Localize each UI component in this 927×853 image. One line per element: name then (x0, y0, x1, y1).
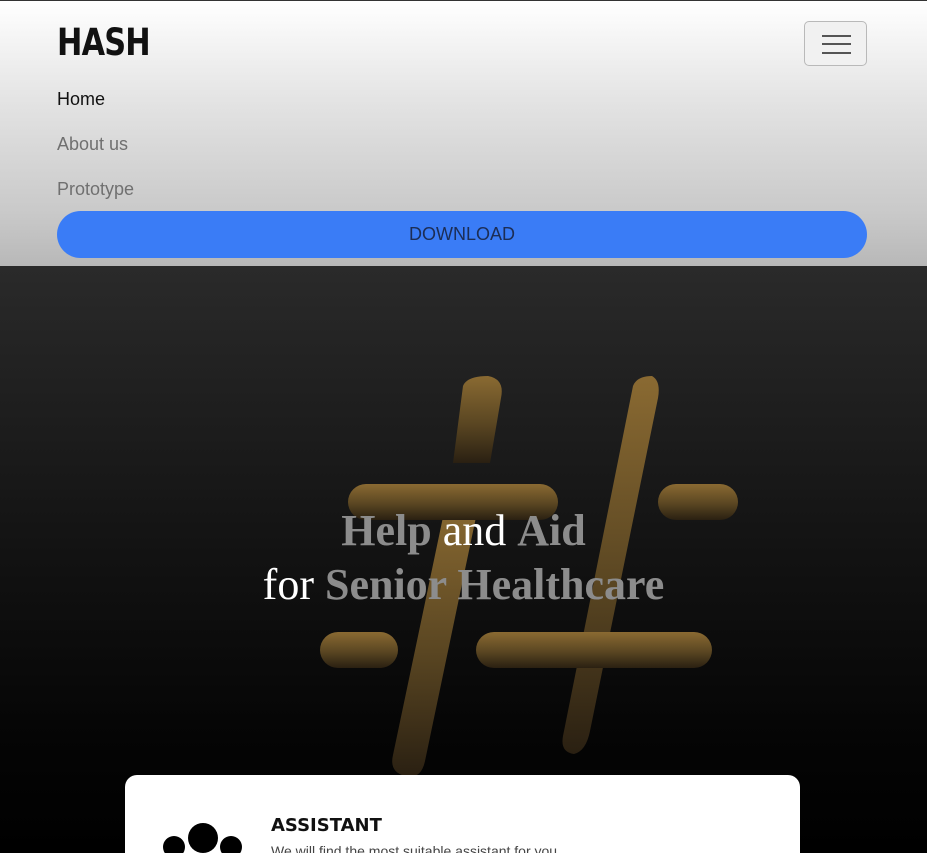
feature-card-assistant: ASSISTANT We will find the most suitable… (125, 775, 800, 853)
brand-logo[interactable]: HASH (57, 23, 151, 63)
menu-toggle-button[interactable] (804, 21, 867, 66)
card-title: ASSISTANT (271, 815, 382, 836)
hero-title-word: Help (341, 506, 432, 555)
hamburger-menu-icon (822, 52, 851, 54)
nav-link-home[interactable]: Home (57, 88, 105, 110)
group-dots-icon (163, 823, 242, 853)
download-button[interactable]: DOWNLOAD (57, 211, 867, 258)
hero-section: Help and Aid for Senior Healthcare ASSIS… (0, 266, 927, 853)
hero-title-line-2: for Senior Healthcare (0, 558, 927, 612)
hero-title-line-1: Help and Aid (0, 504, 927, 558)
card-description: We will find the most suitable assistant… (271, 843, 558, 853)
hamburger-menu-icon (822, 35, 851, 37)
hero-title-word: for (262, 560, 314, 609)
navbar: HASH Home About us Prototype DOWNLOAD (0, 0, 927, 266)
nav-link-prototype[interactable]: Prototype (57, 178, 134, 200)
hero-title: Help and Aid for Senior Healthcare (0, 504, 927, 612)
hamburger-menu-icon (822, 43, 851, 45)
hero-title-word: Senior Healthcare (324, 560, 665, 609)
nav-link-about-us[interactable]: About us (57, 133, 128, 155)
hero-title-word: and (442, 506, 507, 555)
hero-title-word: Aid (517, 506, 586, 555)
